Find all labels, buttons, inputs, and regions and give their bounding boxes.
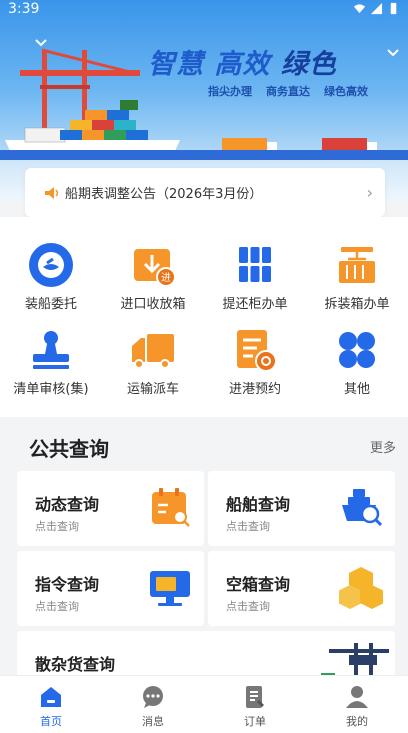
ship-search-icon [342,489,383,527]
quick-item-transport[interactable]: 运输派车 [102,326,204,397]
boxes-icon [339,567,383,609]
status-time: 3:39 [8,1,40,17]
tab-mine[interactable]: 我的 [306,676,408,733]
quick-item-container-return[interactable]: 提还柜办单 [204,241,306,312]
battery-icon [390,2,397,15]
card-subtitle: 点击查询 [35,520,79,533]
tab-label: 首页 [40,715,62,728]
quick-item-ship-entrust[interactable]: 装船委托 [0,241,102,312]
home-icon [41,687,61,707]
user-icon [346,686,368,708]
status-icons [353,2,400,15]
status-bar: 3:39 [0,0,408,22]
import-box-icon: 进 [134,249,176,287]
port-illustration [5,48,377,162]
card-dynamic-query[interactable]: 动态查询 点击查询 [17,471,204,546]
card-subtitle: 点击查询 [35,600,79,613]
quick-item-label: 进港预约 [228,382,281,397]
quick-actions: 装船委托 进 进口收放箱 提还柜办单 拆装箱办单 清单审核(集) 运输派车 进港… [0,217,408,417]
quick-item-label: 装船委托 [24,297,77,312]
tab-messages[interactable]: 消息 [102,676,204,733]
card-title: 船舶查询 [226,495,291,514]
quick-item-label: 清单审核(集) [13,382,89,397]
tab-label: 我的 [346,715,368,728]
card-instruction-query[interactable]: 指令查询 点击查询 [17,551,204,626]
more-link[interactable]: 更多 [370,437,396,456]
calendar-search-icon [152,488,190,527]
quick-item-label: 提还柜办单 [222,297,288,312]
notice-text: 船期表调整公告（2026年3月份） [65,187,263,202]
chevron-right-icon: › [366,183,373,202]
section-title: 公共查询 [29,437,109,461]
quick-item-label: 拆装箱办单 [324,297,390,312]
card-subtitle: 点击查询 [226,520,270,533]
notice-bar[interactable]: 船期表调整公告（2026年3月份） › [25,168,385,217]
bottom-tab-bar: 首页 消息 订单 我的 [0,675,408,733]
quick-item-import-box[interactable]: 进 进口收放箱 [102,241,204,312]
message-icon [143,686,163,708]
card-title: 空箱查询 [226,575,291,594]
card-title: 动态查询 [35,495,100,514]
card-empty-box-query[interactable]: 空箱查询 点击查询 [208,551,395,626]
svg-text:进: 进 [161,272,171,284]
quick-item-label: 运输派车 [126,382,179,397]
wifi-icon [353,4,366,14]
public-query-section: 公共查询 更多 动态查询 点击查询 船舶查询 点击查询 指令查询 点击查询 空箱… [0,417,408,691]
container-return-icon [239,247,271,282]
crane-box-icon [339,247,375,283]
card-title: 散杂货查询 [35,655,116,674]
tab-home[interactable]: 首页 [0,676,102,733]
tab-label: 订单 [244,715,266,728]
order-icon [246,686,264,708]
card-ship-query[interactable]: 船舶查询 点击查询 [208,471,395,546]
quick-item-list-review[interactable]: 清单审核(集) [0,326,102,397]
quick-item-other[interactable]: 其他 [306,326,408,397]
card-title: 指令查询 [35,575,100,594]
quick-item-port-booking[interactable]: 进港预约 [204,326,306,397]
quick-item-label: 其他 [343,382,370,397]
tab-label: 消息 [142,715,164,728]
card-subtitle: 点击查询 [226,600,270,613]
truck-icon [132,334,174,369]
quick-item-crane-box[interactable]: 拆装箱办单 [306,241,408,312]
tab-orders[interactable]: 订单 [204,676,306,733]
signal-icon [370,2,383,15]
stamp-icon [33,331,69,369]
quick-item-label: 进口收放箱 [120,297,186,312]
speaker-icon [45,186,59,199]
grid-more-icon [339,332,375,368]
ship-entrust-icon [29,243,73,287]
port-booking-icon [237,330,277,372]
monitor-icon [150,571,190,606]
